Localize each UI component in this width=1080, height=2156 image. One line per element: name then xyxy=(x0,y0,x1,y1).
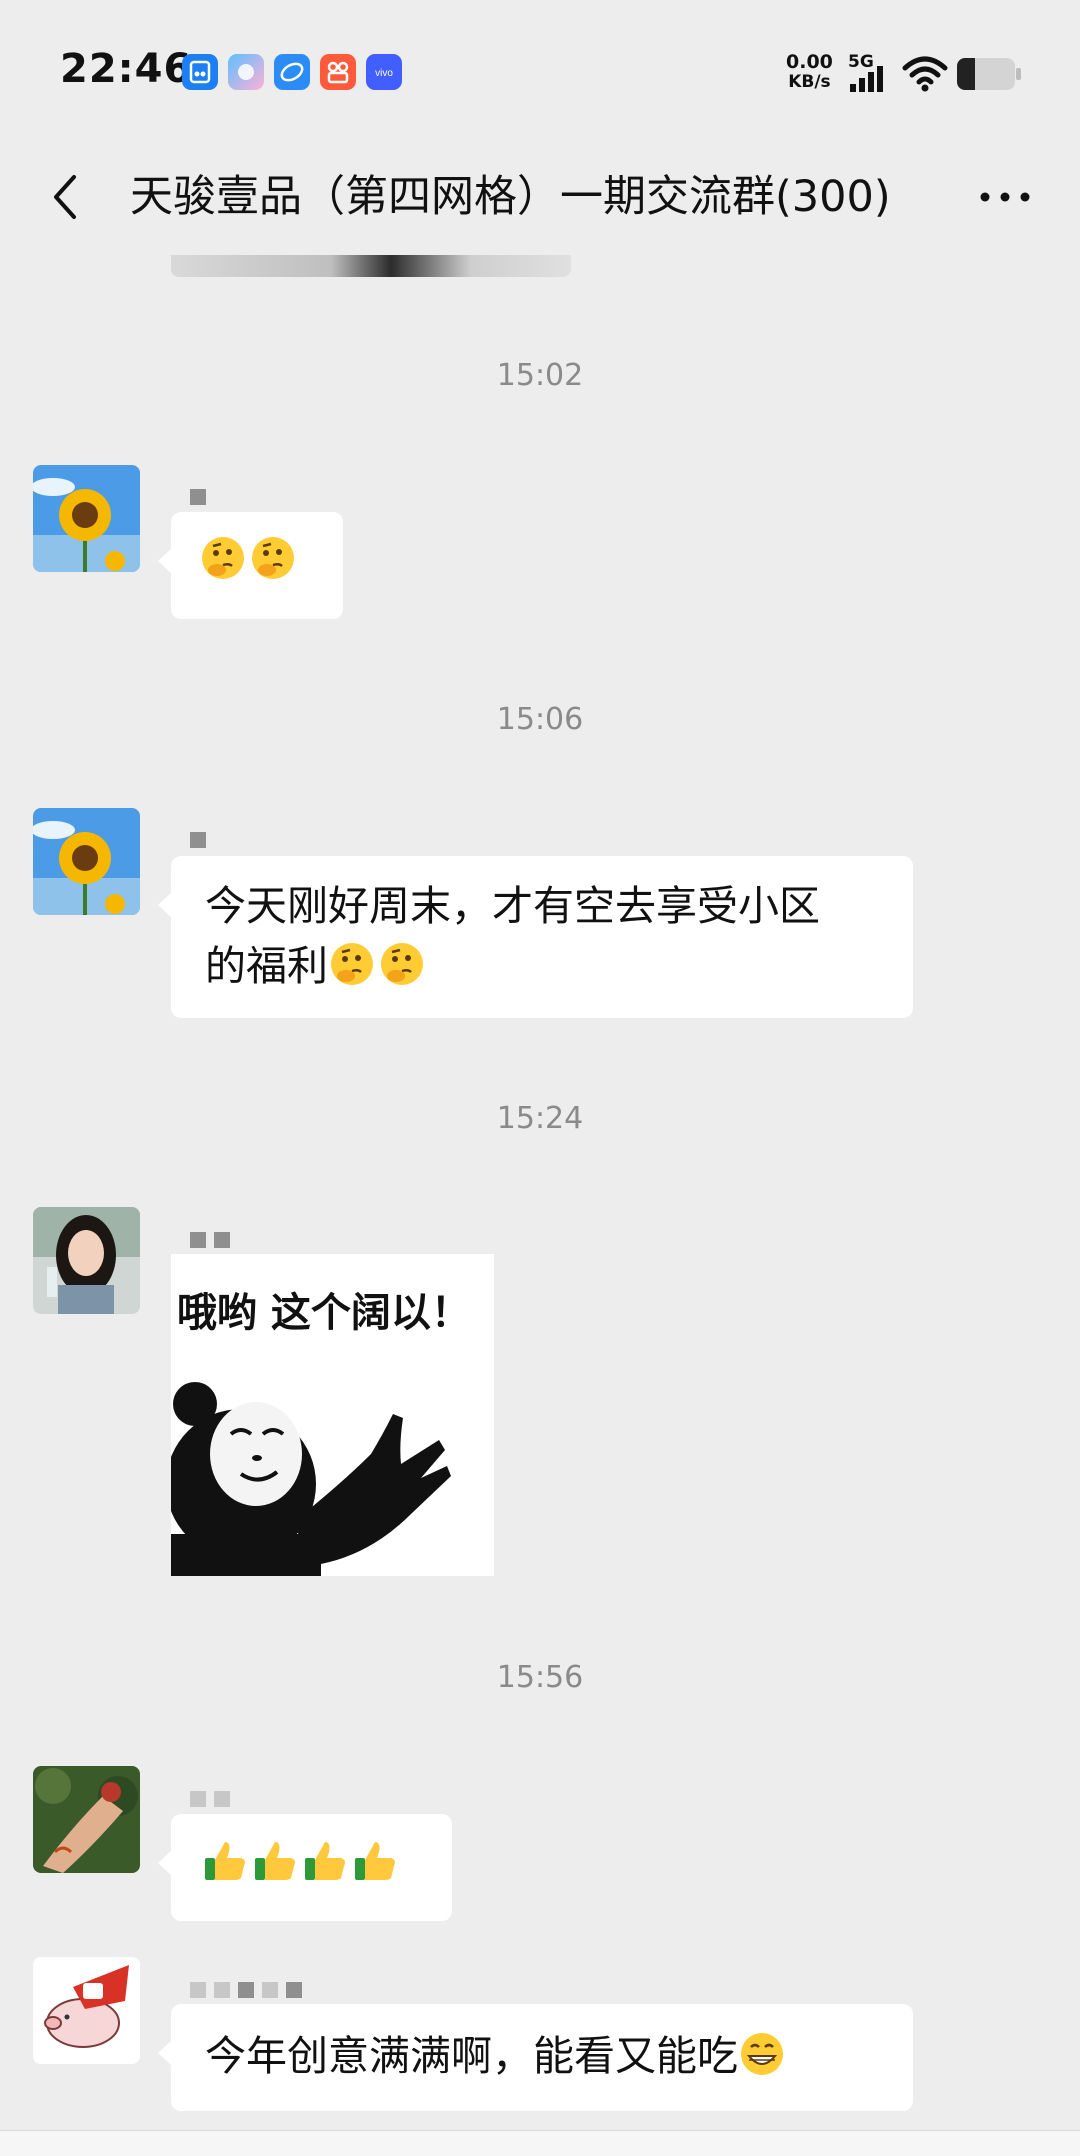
back-button[interactable] xyxy=(38,167,98,227)
status-bar: 22:46 vivo 0.00 KB/s 5G xyxy=(0,0,1080,145)
group-chat-title: 天骏壹品（第四网格）一期交流群(300) xyxy=(130,172,891,222)
thinking-face-emoji xyxy=(331,943,373,985)
clipboard-app-icon xyxy=(182,54,218,90)
message-text: 今天刚好周末，才有空去享受小区 xyxy=(205,882,820,930)
signal-strength-icon xyxy=(850,66,883,92)
sticker-message[interactable]: 哦哟 这个阔以！ xyxy=(171,1254,494,1576)
sticker-caption: 哦哟 这个阔以！ xyxy=(177,1290,471,1336)
assistant-app-icon xyxy=(228,54,264,90)
sender-name-masked xyxy=(190,1982,302,1998)
message-text: 的福利 xyxy=(205,942,328,990)
message-bubble[interactable]: 今天刚好周末，才有空去享受小区 的福利 xyxy=(158,856,913,1018)
kuaishou-app-icon xyxy=(320,54,356,90)
avatar-pig-cartoon[interactable] xyxy=(33,1957,140,2064)
grinning-face-emoji xyxy=(741,2033,783,2075)
message-timestamp: 15:06 xyxy=(496,702,584,737)
network-speed: 0.00 KB/s xyxy=(786,52,833,92)
sender-name-masked xyxy=(190,1791,230,1807)
message-timestamp: 15:24 xyxy=(496,1101,584,1136)
more-options-button[interactable] xyxy=(970,167,1040,227)
vivo-app-icon: vivo xyxy=(366,54,402,90)
wifi-icon xyxy=(902,56,948,92)
message-text: 今年创意满满啊，能看又能吃 xyxy=(205,2032,738,2080)
back-arrow-icon xyxy=(54,175,76,219)
chat-header: 天骏壹品（第四网格）一期交流群(300) xyxy=(0,145,1080,255)
network-speed-value: 0.00 xyxy=(786,51,833,73)
battery-icon xyxy=(957,58,1021,90)
sender-name-masked xyxy=(190,489,206,505)
avatar-woman[interactable] xyxy=(33,1207,140,1314)
message-bubble[interactable]: 今年创意满满啊，能看又能吃 xyxy=(158,2004,913,2111)
thinking-face-emoji xyxy=(202,537,244,579)
status-time: 22:46 xyxy=(60,46,193,92)
avatar-sunflower[interactable] xyxy=(33,465,140,572)
sender-name-masked xyxy=(190,1232,230,1248)
more-dots-icon xyxy=(980,192,1030,202)
message-bubble[interactable] xyxy=(158,1814,452,1921)
message-list[interactable]: 15:02 15:06 今天刚好周末，才有空去享受小区 的福利 15:24 哦哟… xyxy=(0,255,1080,2155)
network-speed-unit: KB/s xyxy=(788,72,831,92)
avatar-sunflower[interactable] xyxy=(33,808,140,915)
message-timestamp: 15:02 xyxy=(496,358,584,393)
image-message-partial[interactable] xyxy=(171,255,571,277)
notification-icons: vivo xyxy=(182,54,402,90)
thinking-face-emoji xyxy=(252,537,294,579)
thinking-face-emoji xyxy=(381,943,423,985)
thumbs-up-emoji xyxy=(355,1842,395,1880)
message-timestamp: 15:56 xyxy=(496,1660,584,1695)
panda-meme-sticker-icon xyxy=(171,1382,451,1576)
thumbs-up-emoji xyxy=(255,1842,295,1880)
input-bar-partial[interactable] xyxy=(0,2130,1080,2156)
thumbs-up-emoji xyxy=(205,1842,245,1880)
sender-name-masked xyxy=(190,832,206,848)
message-bubble[interactable] xyxy=(158,512,343,619)
avatar-hand-apple[interactable] xyxy=(33,1766,140,1873)
browser-app-icon xyxy=(274,54,310,90)
vivo-icon-label: vivo xyxy=(375,68,393,79)
thumbs-up-emoji xyxy=(305,1842,345,1880)
